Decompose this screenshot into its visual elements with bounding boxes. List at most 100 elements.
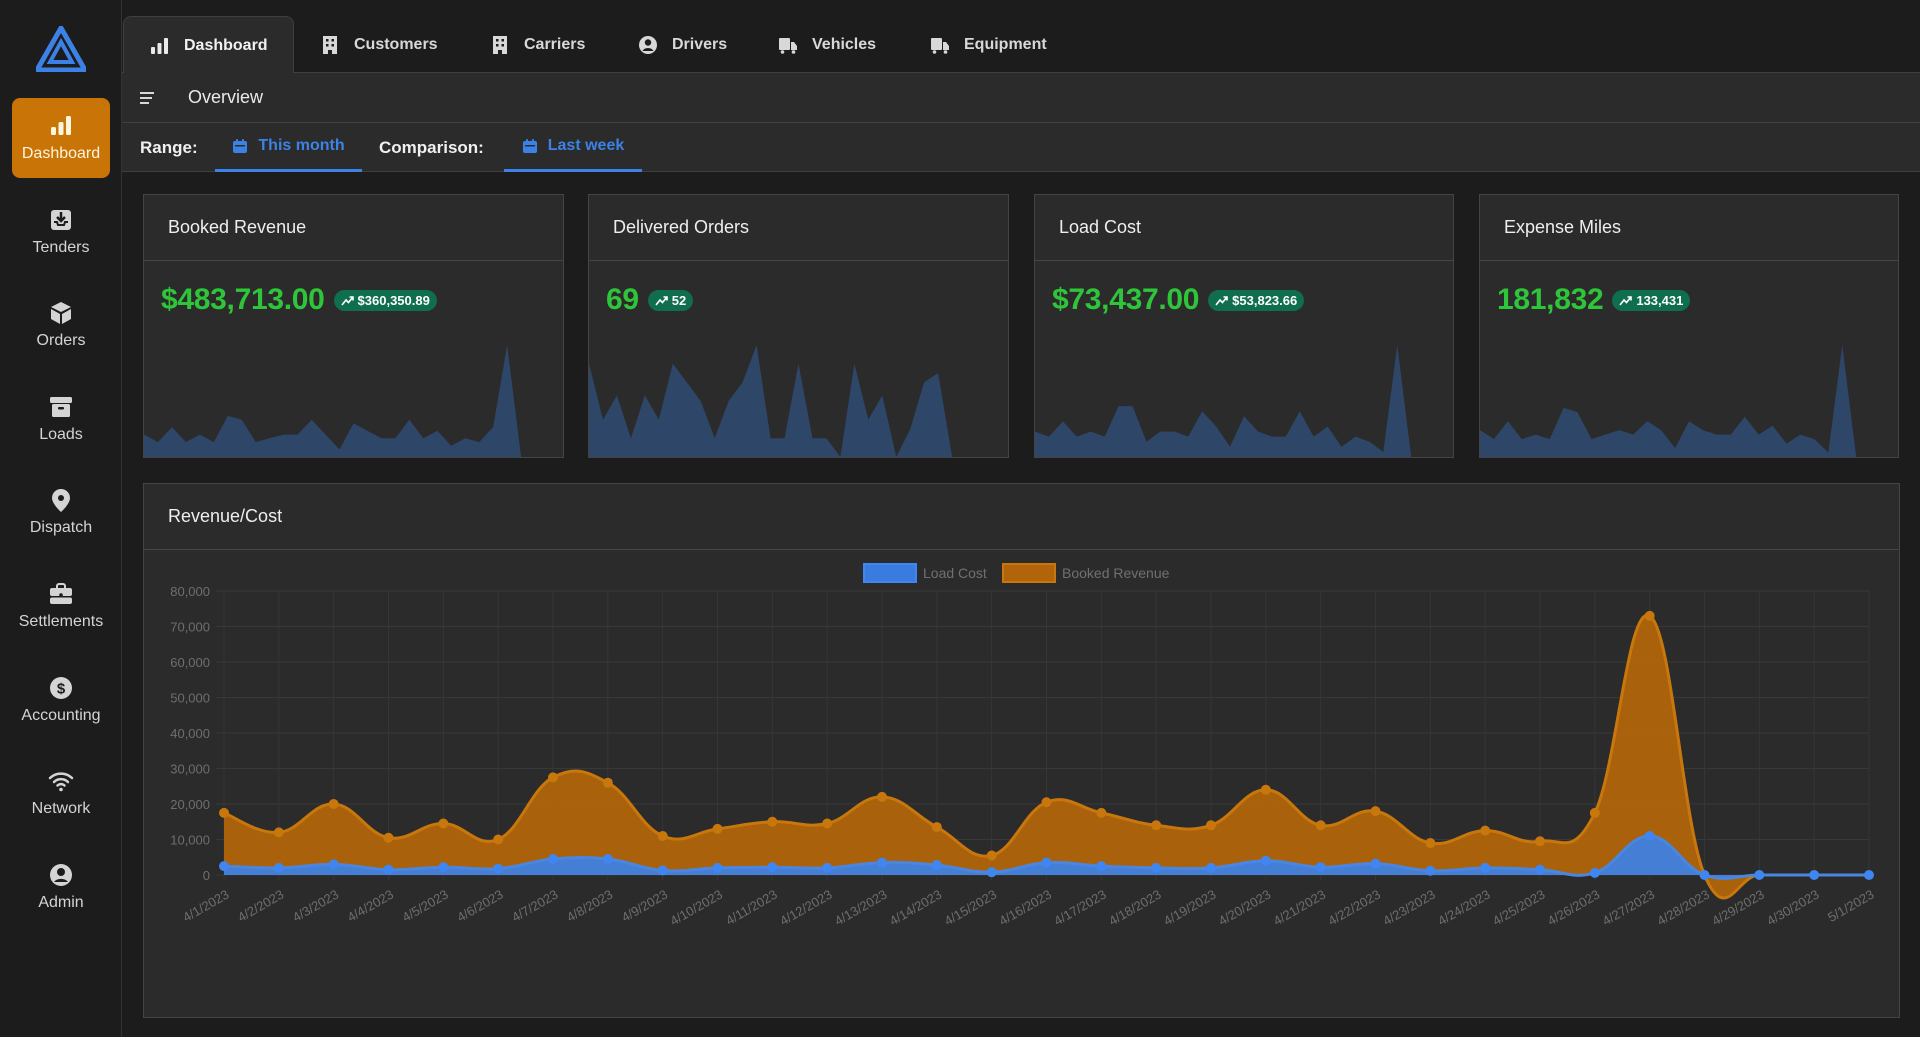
tab-dashboard[interactable]: Dashboard <box>123 16 294 74</box>
legend-item[interactable]: Booked Revenue <box>1002 563 1170 583</box>
range-bar: Range: This month Comparison: Last week <box>122 123 1920 172</box>
tab-customers[interactable]: Customers <box>320 16 438 73</box>
load-cost-point[interactable] <box>767 862 778 873</box>
kpi-sparkline <box>1480 345 1898 457</box>
booked-revenue-point[interactable] <box>1425 838 1436 849</box>
load-cost-point[interactable] <box>219 861 229 872</box>
load-cost-point[interactable] <box>1644 830 1655 841</box>
booked-revenue-point[interactable] <box>1315 820 1326 831</box>
load-cost-point[interactable] <box>548 854 558 865</box>
booked-revenue-point[interactable] <box>822 818 833 829</box>
booked-revenue-point[interactable] <box>219 807 229 818</box>
x-tick-label: 4/3/2023 <box>290 887 341 925</box>
booked-revenue-point[interactable] <box>657 830 668 841</box>
load-cost-point[interactable] <box>273 862 284 873</box>
sidebar-item-dispatch[interactable]: Dispatch <box>12 472 110 552</box>
booked-revenue-point[interactable] <box>877 791 887 802</box>
kpi-title: Delivered Orders <box>589 195 1008 261</box>
x-tick-label: 4/15/2023 <box>942 887 1000 929</box>
load-cost-point[interactable] <box>1096 861 1107 872</box>
load-cost-point[interactable] <box>1754 870 1765 880</box>
booked-revenue-point[interactable] <box>1589 807 1600 818</box>
calendar-icon <box>522 139 537 153</box>
booked-revenue-point[interactable] <box>931 822 942 833</box>
load-cost-point[interactable] <box>1535 864 1545 875</box>
load-cost-point[interactable] <box>1589 867 1600 878</box>
load-cost-point[interactable] <box>877 857 887 868</box>
booked-revenue-point[interactable] <box>712 823 723 834</box>
top-tab-bar: Dashboard Customers Carriers Drivers Veh… <box>122 0 1920 74</box>
booked-revenue-point[interactable] <box>438 818 449 829</box>
booked-revenue-point[interactable] <box>273 827 284 838</box>
tab-equipment[interactable]: Equipment <box>930 16 1047 73</box>
x-tick-label: 4/26/2023 <box>1545 887 1603 929</box>
load-cost-point[interactable] <box>1699 870 1710 880</box>
load-cost-point[interactable] <box>1041 857 1052 868</box>
load-cost-point[interactable] <box>657 865 668 876</box>
archive-box-icon <box>50 397 72 417</box>
load-cost-point[interactable] <box>1206 862 1216 873</box>
sidebar-item-accounting[interactable]: $ Accounting <box>12 660 110 740</box>
sidebar-item-settlements[interactable]: Settlements <box>12 566 110 646</box>
overview-bar: Overview <box>122 73 1920 123</box>
load-cost-point[interactable] <box>931 860 942 871</box>
revenue-cost-card: Revenue/Cost 0 10,000 20,000 30,000 40,000 50… <box>143 483 1900 1018</box>
booked-revenue-point[interactable] <box>1480 825 1491 836</box>
legend-item[interactable]: Load Cost <box>863 563 987 583</box>
booked-revenue-point[interactable] <box>328 799 339 809</box>
load-cost-point[interactable] <box>986 867 997 878</box>
load-cost-point[interactable] <box>1480 862 1491 873</box>
booked-revenue-point[interactable] <box>1096 807 1107 818</box>
booked-revenue-point[interactable] <box>1151 820 1162 831</box>
truck-icon <box>779 37 797 54</box>
load-cost-point[interactable] <box>1864 870 1874 880</box>
load-cost-point[interactable] <box>1425 865 1436 876</box>
booked-revenue-point[interactable] <box>1370 806 1381 817</box>
load-cost-point[interactable] <box>602 854 613 865</box>
booked-revenue-point[interactable] <box>548 772 558 783</box>
booked-revenue-point[interactable] <box>1260 784 1271 795</box>
load-cost-point[interactable] <box>1315 862 1326 873</box>
tab-drivers[interactable]: Drivers <box>638 16 727 73</box>
load-cost-point[interactable] <box>1151 862 1162 873</box>
load-cost-point[interactable] <box>1370 858 1381 869</box>
booked-revenue-point[interactable] <box>1041 797 1052 808</box>
sidebar-item-admin[interactable]: Admin <box>12 847 110 927</box>
logo-icon[interactable] <box>36 26 86 72</box>
booked-revenue-point[interactable] <box>1206 820 1216 831</box>
load-cost-point[interactable] <box>493 863 504 874</box>
booked-revenue-point[interactable] <box>383 832 394 843</box>
booked-revenue-point[interactable] <box>1644 610 1655 621</box>
sidebar-item-dashboard[interactable]: Dashboard <box>12 98 110 178</box>
load-cost-point[interactable] <box>712 862 723 873</box>
y-tick-label: 40,000 <box>170 726 210 741</box>
load-cost-point[interactable] <box>438 862 449 873</box>
load-cost-point[interactable] <box>328 859 339 870</box>
booked-revenue-point[interactable] <box>493 834 504 845</box>
booked-revenue-point[interactable] <box>602 777 613 788</box>
tab-vehicles[interactable]: Vehicles <box>778 16 876 73</box>
sidebar-item-network[interactable]: Network <box>12 753 110 833</box>
x-tick-label: 4/10/2023 <box>667 887 725 929</box>
booked-revenue-point[interactable] <box>1535 836 1545 847</box>
booked-revenue-point[interactable] <box>767 816 778 827</box>
calendar-icon <box>233 139 248 153</box>
load-cost-point[interactable] <box>383 864 394 875</box>
x-tick-label: 4/9/2023 <box>619 887 670 925</box>
trend-up-icon <box>655 295 668 305</box>
load-cost-point[interactable] <box>1809 870 1820 880</box>
load-cost-point[interactable] <box>822 862 833 873</box>
booked-revenue-point[interactable] <box>986 850 997 861</box>
sidebar-item-tenders[interactable]: Tenders <box>12 192 110 272</box>
truck-icon <box>931 37 949 54</box>
sidebar-item-loads[interactable]: Loads <box>12 379 110 459</box>
sidebar-item-orders[interactable]: Orders <box>12 285 110 365</box>
load-cost-point[interactable] <box>1260 855 1271 866</box>
x-tick-label: 5/1/2023 <box>1825 887 1876 925</box>
sparkline-area <box>589 345 1008 457</box>
x-tick-label: 4/14/2023 <box>887 887 945 929</box>
range-selector[interactable]: This month <box>215 123 362 172</box>
menu-lines-icon[interactable] <box>140 90 158 106</box>
tab-carriers[interactable]: Carriers <box>490 16 585 73</box>
comparison-selector[interactable]: Last week <box>504 123 642 172</box>
